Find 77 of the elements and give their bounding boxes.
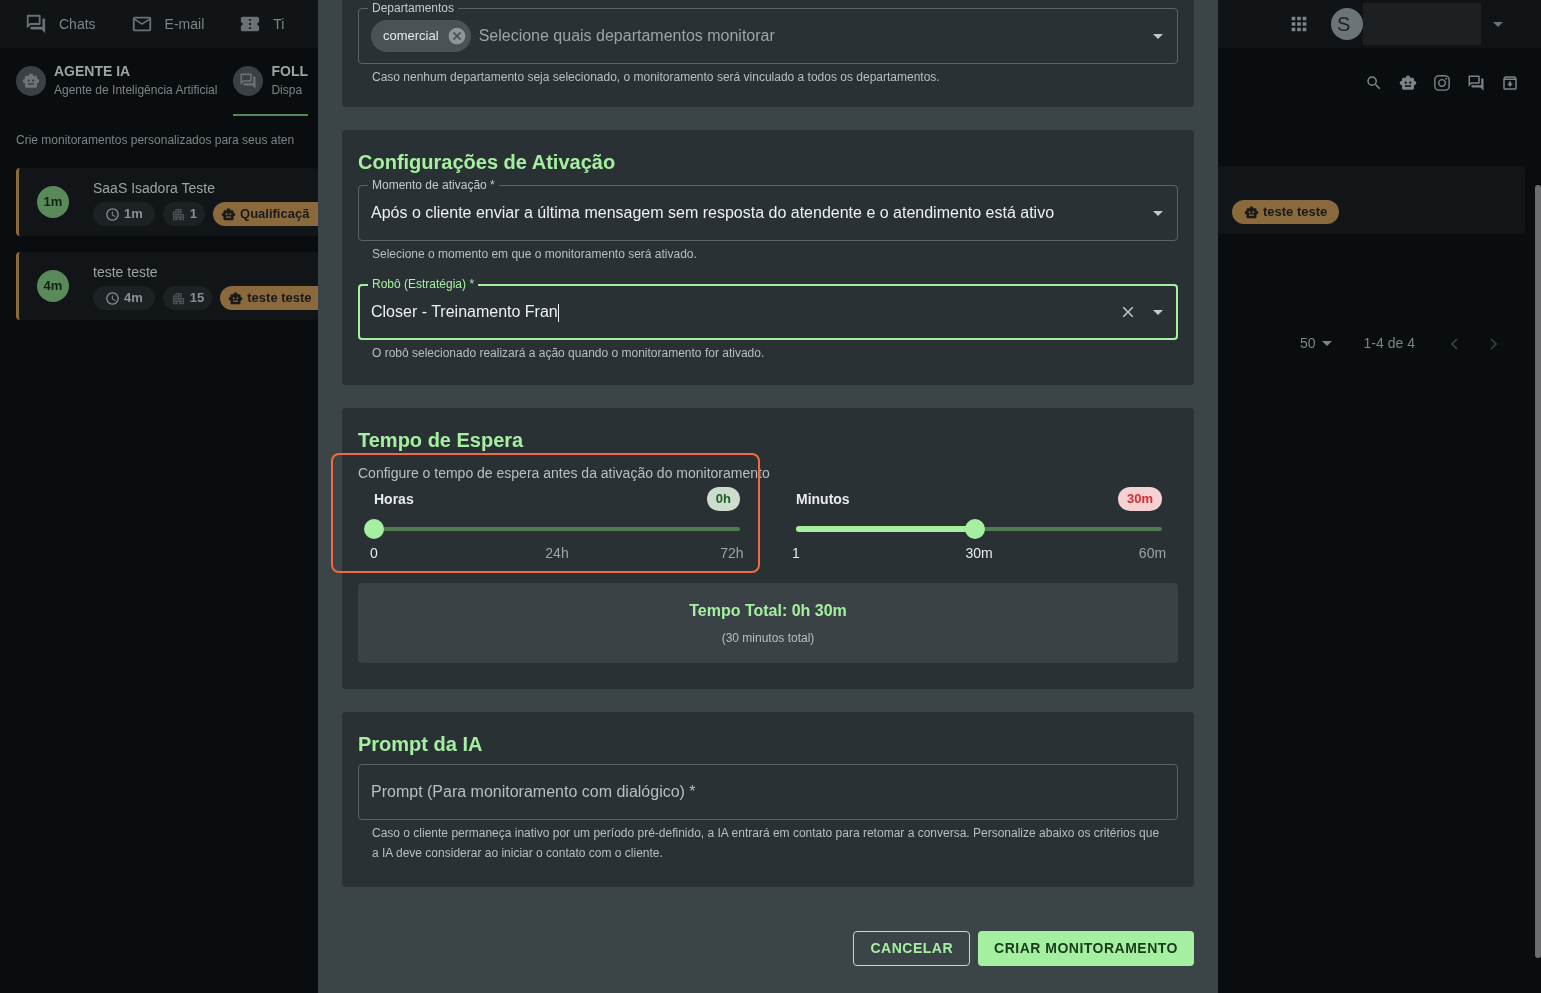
- slider-mark-label: 72h: [720, 544, 744, 563]
- agent-tab[interactable]: FOLL Dispa: [233, 48, 308, 116]
- section-title: Configurações de Ativação: [358, 150, 617, 175]
- dropdown-caret-icon[interactable]: [1153, 309, 1163, 315]
- section-title: Tempo de Espera: [358, 428, 525, 453]
- slider-thumb[interactable]: [965, 519, 986, 539]
- chat-bubbles-icon[interactable]: [1467, 74, 1485, 92]
- slider-thumb[interactable]: [364, 519, 384, 539]
- section-title: Prompt da IA: [358, 732, 484, 757]
- robot-icon: [1244, 204, 1259, 220]
- dropdown-caret-icon[interactable]: [1153, 210, 1163, 216]
- value-chip: 30m: [1117, 487, 1162, 511]
- monitor-name: teste teste: [93, 263, 159, 282]
- slider-label: Horas: [374, 489, 414, 509]
- value-chip: 0h: [706, 487, 740, 511]
- slider-mark-label: 1: [792, 544, 800, 563]
- helper-text: O robô selecionado realizará a ação quando o monitoramento for ativado.: [371, 345, 766, 362]
- remove-icon[interactable]: [446, 26, 467, 46]
- tab-subtitle: Agente de Inteligência Artificial: [54, 82, 218, 99]
- create-button[interactable]: CRIAR MONITORAMENTO: [978, 931, 1194, 966]
- dropdown-caret-icon[interactable]: [1493, 21, 1503, 27]
- field-label: Robô (Estratégia) *: [368, 276, 479, 292]
- robot-chip: teste teste: [220, 286, 318, 310]
- robot-icon: [16, 66, 46, 96]
- nav-tab[interactable]: E-mail: [130, 13, 205, 35]
- agent-tab[interactable]: AGENTE IA Agente de Inteligência Artificial: [16, 48, 234, 116]
- field-placeholder: Prompt (Para monitoramento com dialógico) *: [371, 782, 696, 802]
- cancel-button[interactable]: CANCELAR: [853, 931, 970, 966]
- dropdown-caret-icon[interactable]: [1321, 341, 1332, 346]
- slider-mark-label: 30m: [965, 544, 993, 563]
- field-placeholder: Selecione quais departamentos monitorar: [478, 26, 775, 46]
- helper-text: Caso nenhum departamento seja selecionado, o monitoramento será vinculado a todos os departamentos.: [371, 69, 941, 86]
- helper-text: Selecione o momento em que o monitoramento será ativado.: [371, 246, 698, 263]
- rows-per-page[interactable]: 50: [1300, 333, 1332, 354]
- robot-icon: [228, 290, 244, 306]
- time-chip: 4m: [93, 286, 155, 310]
- archive-icon[interactable]: [1501, 74, 1519, 92]
- building-icon: [170, 290, 186, 306]
- monitor-card[interactable]: 1m SaaS Isadora Teste 1m 1 Qualificaçã: [16, 168, 318, 236]
- robot-icon: [221, 206, 237, 222]
- time-badge: 4m: [37, 270, 69, 302]
- dropdown-caret-icon[interactable]: [1153, 33, 1163, 39]
- page-range: 1-4 de 4: [1363, 334, 1415, 353]
- robot-icon[interactable]: [1399, 74, 1417, 92]
- building-icon: [170, 206, 186, 222]
- robot-chip: Qualificaçã: [213, 202, 318, 226]
- helper-text: Caso o cliente permaneça inativo por um período pré-definido, a IA entrará em contato para retomar a conversa. Personalize abaixo os critérios que a IA deve considerar ao iniciar o contato com o cliente.: [371, 825, 1161, 862]
- department-chip: 15: [162, 286, 213, 310]
- chat-bubbles-icon: [25, 13, 47, 35]
- field-label: Momento de ativação *: [368, 177, 499, 193]
- tab-title: FOLL: [271, 62, 308, 81]
- nav-tab[interactable]: Chats: [25, 13, 96, 35]
- field-label: Departamentos: [368, 0, 459, 16]
- slider-mark-label: 60m: [1138, 544, 1167, 563]
- slider-label: Minutos: [796, 489, 850, 509]
- chat-bubbles-icon: [233, 66, 264, 96]
- field-value: Closer - Treinamento Fran: [371, 302, 559, 324]
- time-chip: 1m: [93, 202, 155, 226]
- search-icon[interactable]: [1365, 74, 1383, 92]
- time-badge: 1m: [37, 186, 69, 218]
- department-chip: 1: [162, 202, 206, 226]
- total-time: Tempo Total: 0h 30m: [689, 601, 847, 621]
- monitor-name: SaaS Isadora Teste: [93, 179, 216, 198]
- slider-mark-label: 24h: [545, 544, 569, 563]
- intro-text: Crie monitoramentos personalizados para seus aten: [15, 132, 296, 149]
- robot-chip: teste teste: [1232, 200, 1340, 224]
- tab-subtitle: Dispa: [271, 82, 304, 99]
- slider-mark-label: 0: [370, 544, 378, 563]
- monitor-card[interactable]: 4m teste teste 4m 15 teste teste: [16, 252, 318, 320]
- field-value: Após o cliente enviar a última mensagem sem resposta do atendente e o atendimento está ativo: [371, 203, 1055, 223]
- total-note: (30 minutos total): [721, 630, 815, 647]
- clock-icon: [105, 206, 120, 222]
- tab-title: AGENTE IA: [54, 62, 132, 81]
- clock-icon: [105, 290, 120, 306]
- nav-tab[interactable]: Ti: [239, 13, 285, 35]
- department-chip[interactable]: comercial: [371, 20, 471, 52]
- camera-icon[interactable]: [1433, 74, 1451, 92]
